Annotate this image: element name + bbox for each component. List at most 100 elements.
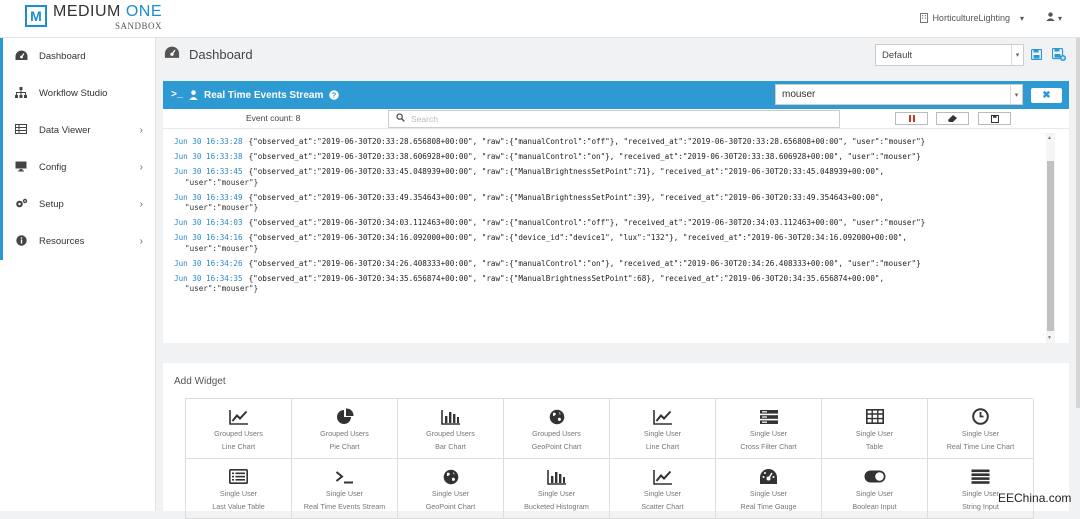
widget-tile-scope: Single User <box>749 429 788 438</box>
widget-tile-scope: Single User <box>855 489 894 498</box>
widget-tile[interactable]: Single User Last Value Table <box>186 459 292 519</box>
event-row: Jun 30 16:34:35 {"observed_at":"2019-06-3… <box>174 274 1053 294</box>
widget-tile[interactable]: Grouped Users Bar Chart <box>398 399 504 459</box>
brand-logo[interactable]: M MEDIUM ONE SANDBOX <box>25 4 162 31</box>
sidebar-item-config[interactable]: Config › <box>0 149 155 186</box>
dashboard-select[interactable]: Default ▾ <box>875 44 1024 66</box>
event-body: {"observed_at":"2019-06-30T20:34:35.6568… <box>248 274 885 284</box>
page-scrollbar[interactable] <box>1076 38 1080 408</box>
scroll-up-icon[interactable]: ▲ <box>1047 135 1052 141</box>
widget-tile[interactable]: Grouped Users Line Chart <box>186 399 292 459</box>
project-selector[interactable]: HorticultureLighting ▾ <box>920 13 1024 23</box>
building-icon <box>920 13 929 23</box>
scroll-down-icon[interactable]: ▼ <box>1047 335 1052 341</box>
chevron-right-icon: › <box>139 199 143 210</box>
widget-tile[interactable]: Single User Real Time Events Stream <box>292 459 398 519</box>
widget-tile[interactable]: Single User Boolean Input <box>822 459 928 519</box>
event-body: {"observed_at":"2019-06-30T20:33:28.6568… <box>248 137 926 146</box>
event-row: Jun 30 16:33:49 {"observed_at":"2019-06-3… <box>174 193 1053 213</box>
svg-text:?: ? <box>332 91 337 100</box>
page-title: Dashboard <box>164 46 253 63</box>
sidebar-item-label: Workflow Studio <box>39 88 108 99</box>
widget-tile-type: Bucketed Histogram <box>524 502 589 511</box>
widget-tile[interactable]: Grouped Users GeoPoint Chart <box>504 399 610 459</box>
widget-tile[interactable]: Single User String Input <box>928 459 1034 519</box>
add-widget-title: Add Widget <box>174 376 226 387</box>
widget-tile-type: GeoPoint Chart <box>531 442 582 451</box>
search-icon <box>396 113 405 122</box>
widget-tile-scope: Grouped Users <box>214 429 263 438</box>
save-new-icon[interactable] <box>1051 47 1066 64</box>
widget-tile-type: Pie Chart <box>329 442 360 451</box>
event-body-continuation: "user":"mouser"} <box>185 177 259 187</box>
user-icon <box>189 90 198 100</box>
clear-button[interactable] <box>936 112 969 125</box>
widget-tile[interactable]: Single User Scatter Chart <box>610 459 716 519</box>
widget-tile[interactable]: Single User Real Time Line Chart <box>928 399 1034 459</box>
chevron-down-icon: ▾ <box>1019 13 1024 23</box>
widget-tile[interactable]: Single User Cross Filter Chart <box>716 399 822 459</box>
sidebar-item-dashboard[interactable]: Dashboard <box>0 38 155 75</box>
widget-tile[interactable]: Single User GeoPoint Chart <box>398 459 504 519</box>
sidebar: Dashboard Workflow Studio Data Viewer › … <box>0 38 156 511</box>
sidebar-item-label: Dashboard <box>39 51 86 62</box>
event-timestamp: Jun 30 16:33:45 <box>174 167 243 177</box>
close-widget-button[interactable]: ✖ <box>1031 88 1062 103</box>
widget-tile[interactable]: Single User Table <box>822 399 928 459</box>
help-icon[interactable]: ? <box>329 90 340 100</box>
event-body-continuation: "user":"mouser"} <box>185 243 259 253</box>
sidebar-item-label: Data Viewer <box>39 125 91 136</box>
widget-tile-type: Real Time Gauge <box>740 502 797 511</box>
events-stream-header: >_ Real Time Events Stream ? mouser ▾ ✖ <box>163 81 1069 109</box>
event-body: {"observed_at":"2019-06-30T20:33:38.6069… <box>248 152 921 162</box>
widget-grid: Grouped Users Line Chart Grouped Users Pie … <box>185 398 1034 519</box>
gears-icon <box>14 198 28 212</box>
watermark: EEChina.com <box>998 491 1072 505</box>
sidebar-item-label: Setup <box>39 199 64 210</box>
dashboard-icon <box>164 46 180 63</box>
scrollbar-thumb[interactable] <box>1047 161 1054 331</box>
brand-subtitle: SANDBOX <box>115 21 163 31</box>
event-row: Jun 30 16:33:28 {"observed_at":"2019-06-3… <box>174 137 1053 147</box>
widget-tile[interactable]: Single User Real Time Gauge <box>716 459 822 519</box>
bars-icon <box>928 466 1033 487</box>
widget-tile-scope: Grouped Users <box>320 429 369 438</box>
table-icon <box>14 124 28 137</box>
events-search-input[interactable]: Search <box>388 110 840 128</box>
event-body-continuation: "user":"mouser"} <box>185 284 259 294</box>
user-icon <box>1046 12 1055 21</box>
download-button[interactable] <box>978 112 1011 125</box>
event-timestamp: Jun 30 16:34:26 <box>174 258 243 268</box>
brand-title: MEDIUM ONE <box>53 3 163 20</box>
gauge-icon <box>716 466 821 487</box>
pause-button[interactable] <box>895 112 928 125</box>
widget-tile[interactable]: Single User Bucketed Histogram <box>504 459 610 519</box>
chevron-down-icon: ▾ <box>1057 14 1062 23</box>
info-icon <box>14 234 28 249</box>
user-filter-select[interactable]: mouser ▾ <box>775 84 1023 105</box>
sidebar-item-data-viewer[interactable]: Data Viewer › <box>0 112 155 149</box>
clock-icon <box>928 406 1033 427</box>
event-timestamp: Jun 30 16:33:38 <box>174 152 243 162</box>
user-menu[interactable]: ▾ <box>1046 12 1062 24</box>
chevron-right-icon: › <box>139 162 143 173</box>
server-icon <box>716 406 821 427</box>
widget-tile-type: Real Time Line Chart <box>946 442 1015 451</box>
events-scrollbar[interactable]: ▲ ▼ <box>1046 133 1055 343</box>
globe-icon <box>504 406 609 427</box>
sidebar-item-setup[interactable]: Setup › <box>0 186 155 223</box>
widget-tile-type: Scatter Chart <box>641 502 684 511</box>
event-timestamp: Jun 30 16:34:35 <box>174 274 243 284</box>
chevron-right-icon: › <box>139 125 143 136</box>
sidebar-item-workflow-studio[interactable]: Workflow Studio <box>0 75 155 112</box>
event-body: {"observed_at":"2019-06-30T20:34:26.4083… <box>248 258 921 268</box>
widget-tile[interactable]: Grouped Users Pie Chart <box>292 399 398 459</box>
widget-tile-type: Bar Chart <box>435 442 466 451</box>
chevron-down-icon: ▾ <box>1010 85 1022 104</box>
monitor-icon <box>14 161 28 175</box>
dashboard-select-value: Default <box>882 50 913 61</box>
save-icon[interactable] <box>1030 48 1043 63</box>
widget-tile[interactable]: Single User Line Chart <box>610 399 716 459</box>
sidebar-item-resources[interactable]: Resources › <box>0 223 155 260</box>
pause-icon <box>908 115 915 122</box>
